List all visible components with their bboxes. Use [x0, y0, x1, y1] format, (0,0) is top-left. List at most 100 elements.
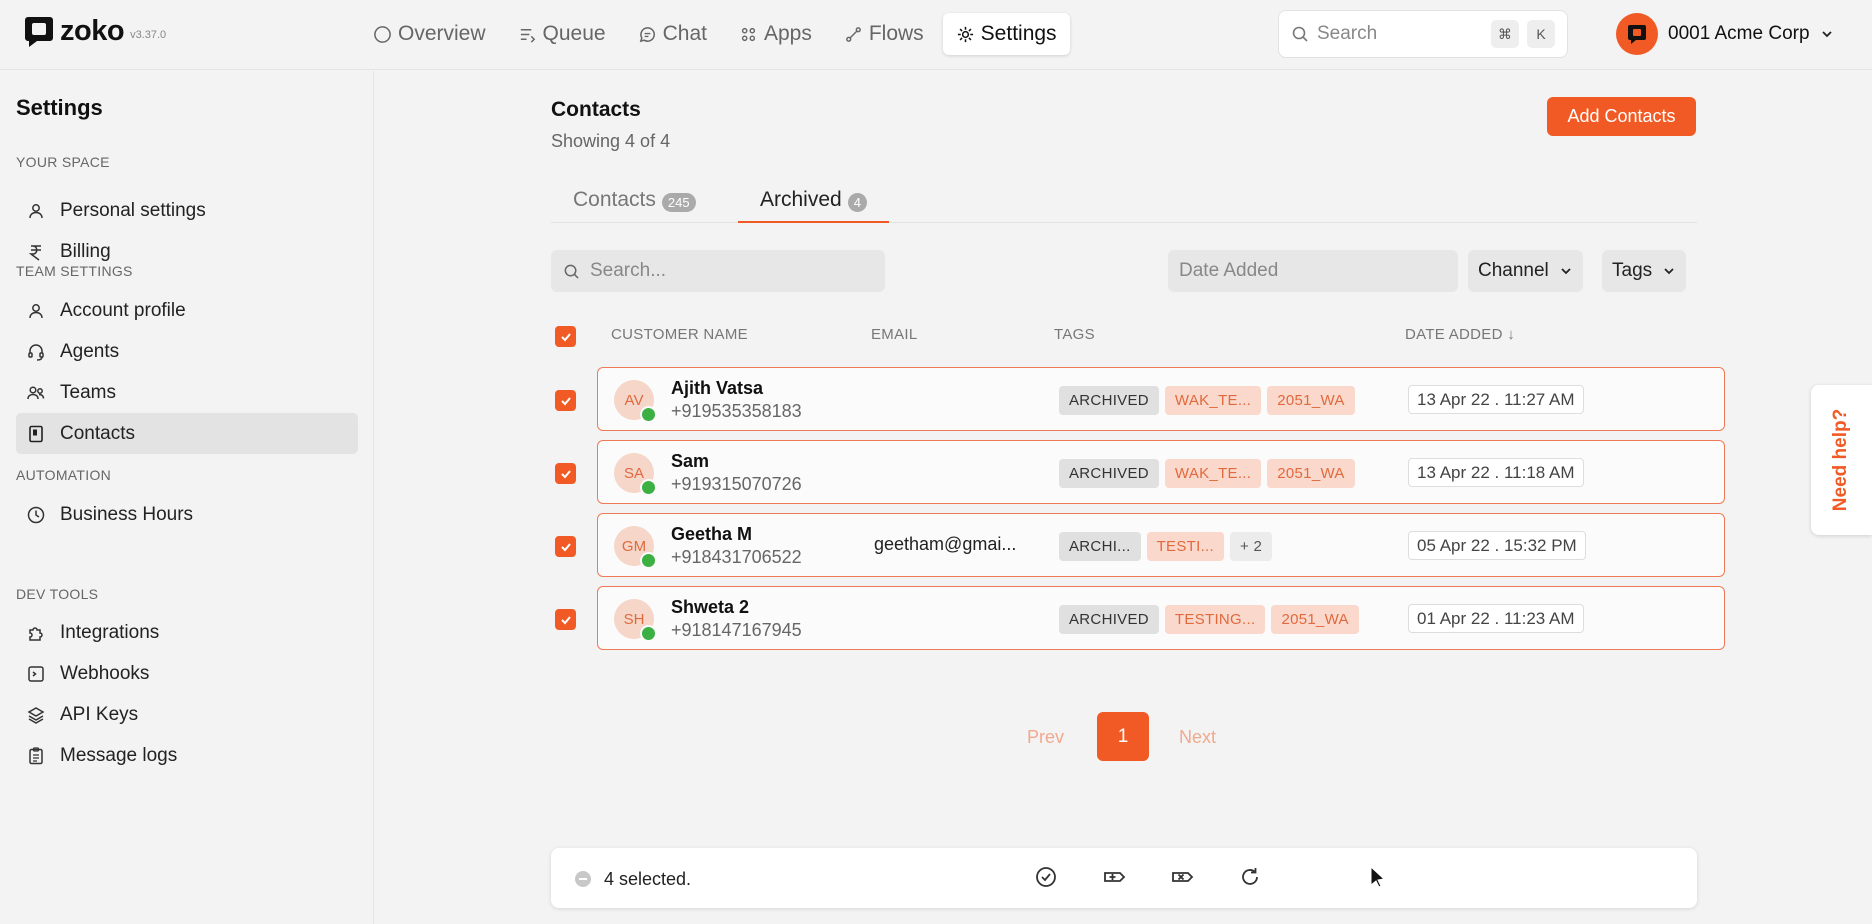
- nav-queue[interactable]: Queue: [505, 13, 619, 55]
- sidebar-item-label: API Keys: [60, 703, 139, 725]
- chat-icon: [639, 26, 655, 42]
- more-tags-chip[interactable]: + 2: [1229, 532, 1273, 561]
- row-checkbox[interactable]: [555, 609, 576, 630]
- date-added: 13 Apr 22 . 11:27 AM: [1408, 385, 1584, 414]
- contact-name: Geetha M: [671, 524, 753, 544]
- users-icon: [27, 385, 45, 399]
- sidebar-item-contacts[interactable]: Contacts: [16, 413, 358, 454]
- section-your-space: YOUR SPACE: [16, 154, 110, 170]
- shortcut-hint: ⌘ K: [1491, 20, 1555, 48]
- channel-filter[interactable]: Channel: [1468, 250, 1583, 292]
- nav-label: Chat: [662, 22, 707, 45]
- contact-phone: +918431706522: [671, 547, 802, 567]
- row-checkbox[interactable]: [555, 390, 576, 411]
- tag-chip: 2051_WA: [1271, 605, 1359, 634]
- nav-flows[interactable]: Flows: [831, 13, 937, 55]
- headset-icon: [28, 343, 44, 361]
- sidebar-title: Settings: [16, 95, 103, 120]
- column-header-name[interactable]: CUSTOMER NAME: [611, 326, 748, 343]
- chevron-down-icon: [1561, 268, 1571, 275]
- tags-filter[interactable]: Tags: [1602, 250, 1687, 292]
- account-switcher[interactable]: 0001 Acme Corp: [1616, 13, 1834, 55]
- sidebar-item-personal-settings[interactable]: Personal settings: [16, 190, 358, 231]
- bulk-action-bar: 4 selected.: [551, 848, 1697, 908]
- sidebar-item-label: Billing: [60, 240, 111, 262]
- avatar: GM: [614, 526, 657, 569]
- whatsapp-icon: [640, 552, 657, 569]
- sidebar-item-agents[interactable]: Agents: [16, 331, 358, 372]
- table-row[interactable]: GM Geetha M +918431706522 geetham@gmai..…: [597, 513, 1725, 577]
- tag-chip: ARCHIVED: [1059, 459, 1159, 488]
- deselect-all-button[interactable]: [575, 871, 591, 887]
- page-title: Contacts: [551, 98, 641, 121]
- add-contacts-button[interactable]: Add Contacts: [1547, 97, 1696, 136]
- tab-archived[interactable]: Archived 4: [738, 183, 889, 223]
- column-header-tags[interactable]: TAGS: [1054, 326, 1095, 343]
- global-search[interactable]: Search ⌘ K: [1278, 10, 1568, 58]
- contact-name: Sam: [671, 451, 710, 471]
- row-checkbox[interactable]: [555, 463, 576, 484]
- sidebar-item-label: Integrations: [60, 621, 160, 643]
- mark-done-button[interactable]: [1033, 864, 1059, 890]
- sidebar-item-label: Agents: [60, 340, 120, 362]
- chevron-down-icon: [1821, 31, 1832, 38]
- cmd-key: ⌘: [1491, 20, 1519, 48]
- tag-chip: 2051_WA: [1267, 386, 1355, 415]
- tag-chip: WAK_TE...: [1164, 386, 1262, 415]
- tag-chip: ARCHIVED: [1059, 605, 1159, 634]
- main-nav: Overview Queue Chat Apps Flows Settings: [360, 13, 1070, 55]
- page-number-button[interactable]: 1: [1097, 712, 1149, 761]
- date-added: 13 Apr 22 . 11:18 AM: [1408, 458, 1584, 487]
- nav-apps[interactable]: Apps: [726, 13, 825, 55]
- tab-contacts[interactable]: Contacts 245: [551, 183, 718, 223]
- check-icon: [560, 469, 571, 478]
- select-all-checkbox[interactable]: [555, 326, 576, 347]
- tag-list: ARCHI... TESTI... + 2: [1059, 532, 1273, 561]
- column-header-date-added[interactable]: DATE ADDED ↓: [1405, 326, 1515, 343]
- sidebar-item-business-hours[interactable]: Business Hours: [16, 494, 358, 535]
- nav-settings[interactable]: Settings: [942, 13, 1070, 55]
- remove-tag-button[interactable]: [1169, 864, 1195, 890]
- sidebar-item-message-logs[interactable]: Message logs: [16, 735, 358, 776]
- nav-label: Queue: [542, 22, 606, 45]
- contact-email: geetham@gmai...: [874, 534, 1017, 554]
- restore-button[interactable]: [1237, 864, 1263, 890]
- account-name: 0001 Acme Corp: [1668, 23, 1810, 44]
- nav-label: Flows: [868, 22, 924, 45]
- table-row[interactable]: SA Sam +919315070726 ARCHIVED WAK_TE... …: [597, 440, 1725, 504]
- need-help-tab[interactable]: Need help?: [1811, 385, 1872, 535]
- column-header-email[interactable]: EMAIL: [871, 326, 918, 343]
- result-count: Showing 4 of 4: [551, 131, 671, 151]
- nav-label: Apps: [763, 22, 812, 45]
- sidebar-item-integrations[interactable]: Integrations: [16, 612, 358, 653]
- row-checkbox[interactable]: [555, 536, 576, 557]
- sidebar-item-label: Account profile: [60, 299, 186, 321]
- tag-remove-icon: [1172, 872, 1194, 882]
- sidebar-item-webhooks[interactable]: Webhooks: [16, 653, 358, 694]
- table-row[interactable]: SH Shweta 2 +918147167945 ARCHIVED TESTI…: [597, 586, 1725, 650]
- tag-list: ARCHIVED WAK_TE... 2051_WA: [1059, 459, 1355, 488]
- next-page-button[interactable]: Next: [1179, 727, 1216, 748]
- sidebar-item-account-profile[interactable]: Account profile: [16, 290, 358, 331]
- table-row[interactable]: AV Ajith Vatsa +919535358183 ARCHIVED WA…: [597, 367, 1725, 431]
- apps-icon: [741, 27, 756, 41]
- nav-label: Settings: [980, 22, 1057, 45]
- nav-chat[interactable]: Chat: [625, 13, 720, 55]
- tab-label: Archived: [760, 188, 842, 211]
- logo-text: zoko: [60, 14, 125, 47]
- sidebar-item-teams[interactable]: Teams: [16, 372, 358, 413]
- user-icon: [29, 203, 43, 218]
- app-logo[interactable]: zoko v3.37.0: [24, 14, 166, 48]
- tag-chip: 2051_WA: [1267, 459, 1355, 488]
- logo-icon: [1628, 25, 1646, 44]
- nav-overview[interactable]: Overview: [360, 13, 499, 55]
- add-tag-button[interactable]: [1101, 864, 1127, 890]
- layers-icon: [27, 706, 45, 724]
- sidebar-item-api-keys[interactable]: API Keys: [16, 694, 358, 735]
- whatsapp-icon: [640, 479, 657, 496]
- section-dev-tools: DEV TOOLS: [16, 586, 99, 602]
- contact-search-input[interactable]: Search...: [551, 250, 885, 292]
- date-added-filter[interactable]: Date Added: [1168, 250, 1458, 292]
- contact-name: Shweta 2: [671, 597, 750, 617]
- prev-page-button[interactable]: Prev: [1027, 727, 1064, 748]
